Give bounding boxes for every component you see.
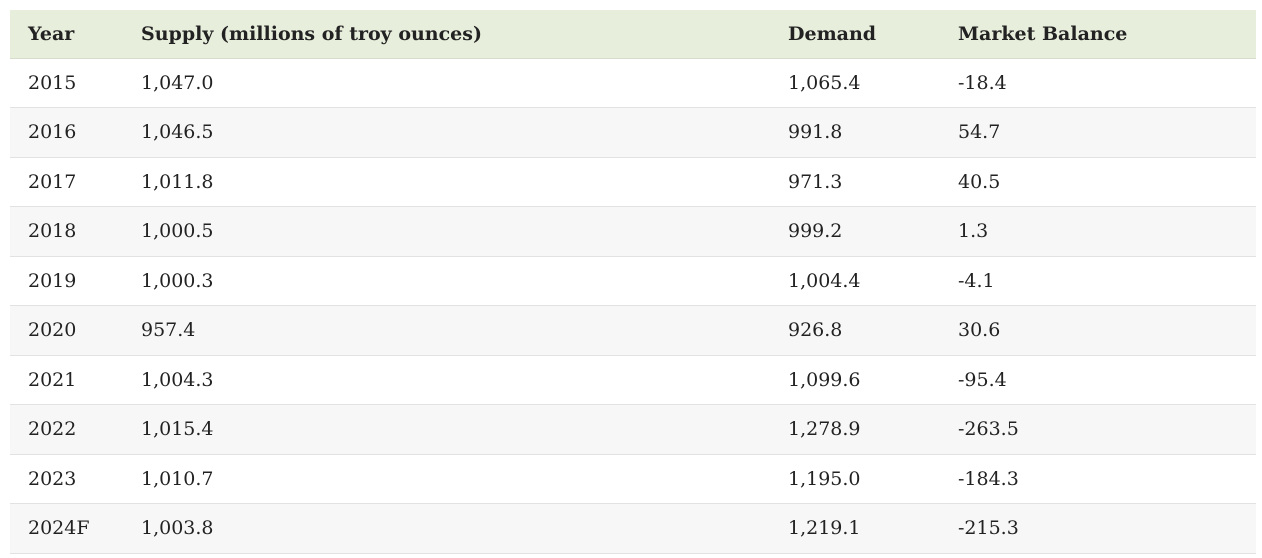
header-row: Year Supply (millions of troy ounces) De… [10, 10, 1256, 59]
table-row: 2023 1,010.7 1,195.0 -184.3 [10, 454, 1256, 504]
cell-demand: 999.2 [788, 220, 843, 243]
cell-demand: 1,219.1 [788, 517, 861, 540]
cell-supply: 1,000.5 [141, 220, 214, 243]
cell-demand: 971.3 [788, 170, 843, 193]
supply-demand-table: Year Supply (millions of troy ounces) De… [10, 10, 1256, 554]
header-year: Year [10, 10, 123, 59]
cell-supply: 1,015.4 [141, 418, 214, 441]
cell-balance: -215.3 [958, 517, 1019, 540]
cell-demand: 1,195.0 [788, 467, 861, 490]
cell-year: 2021 [28, 368, 77, 391]
cell-supply: 1,046.5 [141, 121, 214, 144]
table-row: 2016 1,046.5 991.8 54.7 [10, 107, 1256, 157]
cell-supply: 1,010.7 [141, 467, 214, 490]
cell-balance: 54.7 [958, 121, 1001, 144]
table-row: 2021 1,004.3 1,099.6 -95.4 [10, 355, 1256, 405]
cell-year: 2020 [28, 319, 77, 342]
cell-year: 2018 [28, 220, 77, 243]
table-row: 2022 1,015.4 1,278.9 -263.5 [10, 404, 1256, 454]
table-row: 2018 1,000.5 999.2 1.3 [10, 206, 1256, 256]
supply-demand-table-container: Year Supply (millions of troy ounces) De… [10, 10, 1256, 554]
cell-demand: 1,278.9 [788, 418, 861, 441]
cell-supply: 1,011.8 [141, 170, 214, 193]
cell-supply: 1,047.0 [141, 71, 214, 94]
table-row: 2015 1,047.0 1,065.4 -18.4 [10, 58, 1256, 108]
table-row: 2019 1,000.3 1,004.4 -4.1 [10, 256, 1256, 306]
cell-demand: 1,065.4 [788, 71, 861, 94]
cell-balance: -18.4 [958, 71, 1007, 94]
cell-demand: 1,099.6 [788, 368, 861, 391]
cell-demand: 926.8 [788, 319, 843, 342]
cell-year: 2019 [28, 269, 77, 292]
header-market-balance: Market Balance [940, 10, 1256, 59]
table-row: 2017 1,011.8 971.3 40.5 [10, 157, 1256, 207]
cell-demand: 1,004.4 [788, 269, 861, 292]
cell-supply: 957.4 [141, 319, 196, 342]
table-header: Year Supply (millions of troy ounces) De… [10, 10, 1256, 59]
cell-year: 2024F [28, 517, 90, 540]
table-row: 2020 957.4 926.8 30.6 [10, 305, 1256, 355]
cell-supply: 1,003.8 [141, 517, 214, 540]
cell-year: 2016 [28, 121, 77, 144]
header-supply: Supply (millions of troy ounces) [123, 10, 770, 59]
cell-balance: 40.5 [958, 170, 1001, 193]
cell-balance: 1.3 [958, 220, 989, 243]
cell-year: 2023 [28, 467, 77, 490]
cell-demand: 991.8 [788, 121, 843, 144]
cell-supply: 1,004.3 [141, 368, 214, 391]
cell-year: 2015 [28, 71, 77, 94]
cell-balance: 30.6 [958, 319, 1001, 342]
table-row: 2024F 1,003.8 1,219.1 -215.3 [10, 503, 1256, 553]
cell-balance: -4.1 [958, 269, 995, 292]
cell-balance: -184.3 [958, 467, 1019, 490]
cell-year: 2017 [28, 170, 77, 193]
header-demand: Demand [770, 10, 940, 59]
cell-balance: -263.5 [958, 418, 1019, 441]
cell-supply: 1,000.3 [141, 269, 214, 292]
cell-balance: -95.4 [958, 368, 1007, 391]
cell-year: 2022 [28, 418, 77, 441]
table-body: 2015 1,047.0 1,065.4 -18.4 2016 1,046.5 … [10, 58, 1256, 553]
